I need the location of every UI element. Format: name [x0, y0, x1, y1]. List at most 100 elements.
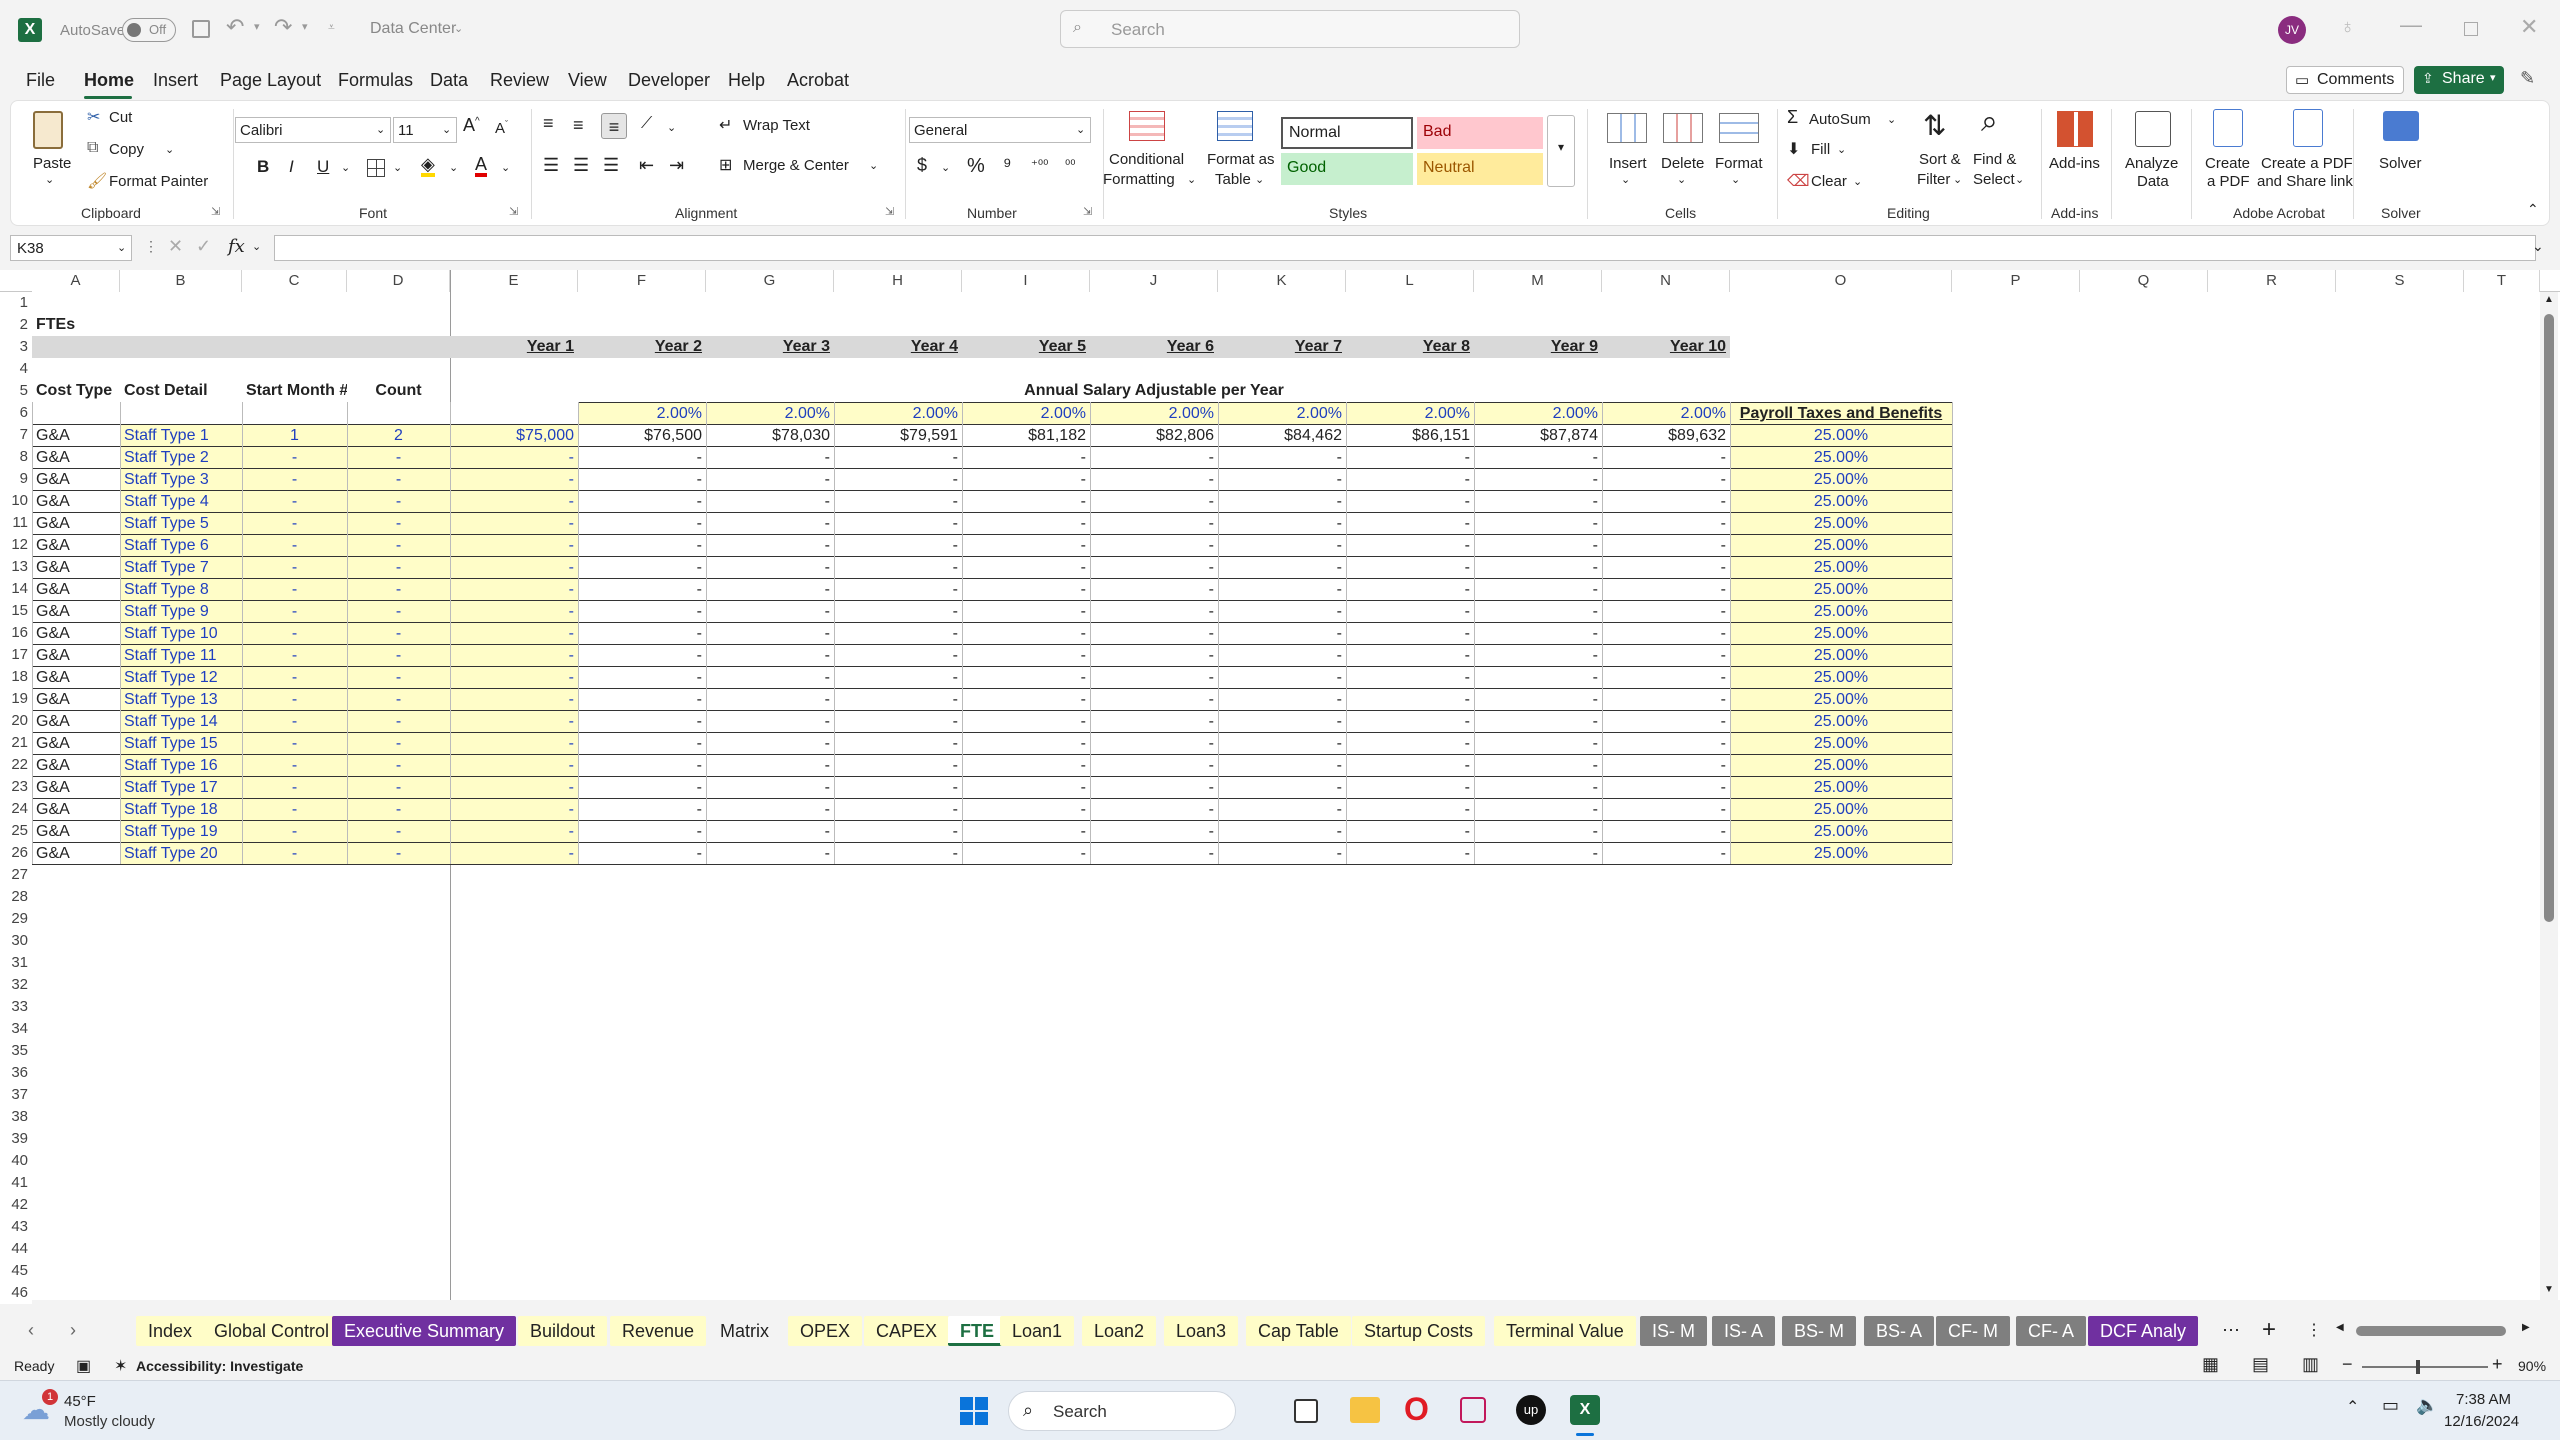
- salary-cell[interactable]: -: [706, 600, 834, 622]
- sheet-tab[interactable]: Terminal Value: [1494, 1316, 1636, 1346]
- collapse-ribbon-icon[interactable]: ⌃: [2527, 201, 2539, 218]
- salary-cell[interactable]: -: [1602, 512, 1730, 534]
- count-cell[interactable]: -: [347, 798, 450, 820]
- salary-growth-rate[interactable]: 2.00%: [834, 402, 962, 424]
- more-icon[interactable]: ⋮: [144, 238, 158, 255]
- header-cost-type[interactable]: Cost Type: [32, 380, 120, 402]
- salary-cell[interactable]: -: [578, 446, 706, 468]
- year-header[interactable]: Year 4: [834, 336, 962, 358]
- format-as-table-label-2[interactable]: Table: [1215, 171, 1251, 188]
- salary-cell[interactable]: $89,632: [1602, 424, 1730, 446]
- salary-cell[interactable]: -: [450, 688, 578, 710]
- salary-cell[interactable]: -: [962, 820, 1090, 842]
- salary-cell[interactable]: -: [1218, 534, 1346, 556]
- zoom-in-icon[interactable]: +: [2492, 1354, 2503, 1375]
- salary-cell[interactable]: -: [1346, 534, 1474, 556]
- snipping-tool-icon[interactable]: [1460, 1397, 1486, 1423]
- ribbon-display-icon[interactable]: ✎: [2520, 68, 2535, 89]
- payroll-cell[interactable]: 25.00%: [1730, 490, 1952, 512]
- count-cell[interactable]: -: [347, 534, 450, 556]
- excel-taskbar-icon[interactable]: X: [1570, 1395, 1600, 1425]
- sheet-tab[interactable]: IS- M: [1640, 1316, 1707, 1346]
- salary-cell[interactable]: -: [1474, 622, 1602, 644]
- count-cell[interactable]: -: [347, 754, 450, 776]
- sheet-tab[interactable]: Revenue: [610, 1316, 707, 1346]
- salary-cell[interactable]: -: [834, 578, 962, 600]
- sort-dropdown-icon[interactable]: ⌄: [1953, 173, 1962, 186]
- cost-type-cell[interactable]: G&A: [32, 600, 120, 622]
- zoom-level[interactable]: 90%: [2518, 1358, 2546, 1374]
- salary-cell[interactable]: -: [578, 534, 706, 556]
- salary-cell[interactable]: -: [962, 732, 1090, 754]
- salary-cell[interactable]: -: [962, 842, 1090, 864]
- normal-view-icon[interactable]: ▦: [2202, 1354, 2219, 1375]
- add-ins-button[interactable]: Add-ins: [2049, 155, 2100, 172]
- salary-cell[interactable]: -: [578, 710, 706, 732]
- decrease-font-icon[interactable]: Aˇ: [495, 119, 508, 137]
- paste-button[interactable]: Paste: [33, 155, 71, 172]
- cost-detail-cell[interactable]: Staff Type 3: [120, 468, 242, 490]
- salary-cell[interactable]: $79,591: [834, 424, 962, 446]
- underline-dropdown-icon[interactable]: ⌄: [341, 161, 350, 174]
- salary-cell[interactable]: -: [1090, 666, 1218, 688]
- start-month-cell[interactable]: -: [242, 578, 347, 600]
- menu-page-layout[interactable]: Page Layout: [220, 70, 321, 91]
- year-header[interactable]: Year 3: [706, 336, 834, 358]
- start-icon[interactable]: [960, 1397, 988, 1425]
- salary-cell[interactable]: -: [1474, 446, 1602, 468]
- salary-cell[interactable]: -: [1602, 578, 1730, 600]
- salary-cell[interactable]: -: [578, 556, 706, 578]
- find-select-label-2[interactable]: Select: [1973, 171, 2015, 188]
- salary-cell[interactable]: -: [1474, 688, 1602, 710]
- salary-cell[interactable]: -: [1218, 820, 1346, 842]
- salary-cell[interactable]: -: [706, 644, 834, 666]
- clear-button[interactable]: Clear: [1811, 173, 1847, 190]
- salary-cell[interactable]: -: [962, 556, 1090, 578]
- font-launcher-icon[interactable]: ⇲: [509, 205, 518, 218]
- salary-cell[interactable]: -: [1090, 556, 1218, 578]
- fx-dropdown-icon[interactable]: ⌄: [252, 240, 261, 253]
- salary-cell[interactable]: -: [578, 666, 706, 688]
- salary-cell[interactable]: -: [1218, 754, 1346, 776]
- sheet-tab[interactable]: Buildout: [518, 1316, 608, 1346]
- payroll-cell[interactable]: 25.00%: [1730, 556, 1952, 578]
- salary-cell[interactable]: -: [962, 644, 1090, 666]
- salary-cell[interactable]: -: [1090, 622, 1218, 644]
- fill-button[interactable]: Fill: [1811, 141, 1830, 158]
- salary-cell[interactable]: -: [578, 798, 706, 820]
- salary-cell[interactable]: -: [1090, 688, 1218, 710]
- salary-cell[interactable]: -: [1090, 710, 1218, 732]
- salary-cell[interactable]: -: [706, 534, 834, 556]
- salary-cell[interactable]: -: [834, 556, 962, 578]
- salary-cell[interactable]: -: [1474, 842, 1602, 864]
- salary-cell[interactable]: -: [450, 490, 578, 512]
- year-header[interactable]: Year 1: [450, 336, 578, 358]
- salary-cell[interactable]: -: [834, 644, 962, 666]
- salary-cell[interactable]: -: [706, 798, 834, 820]
- cost-type-cell[interactable]: G&A: [32, 666, 120, 688]
- salary-cell[interactable]: -: [1346, 600, 1474, 622]
- payroll-cell[interactable]: 25.00%: [1730, 842, 1952, 864]
- salary-cell[interactable]: -: [1090, 644, 1218, 666]
- salary-cell[interactable]: -: [450, 446, 578, 468]
- cost-type-cell[interactable]: G&A: [32, 798, 120, 820]
- menu-acrobat[interactable]: Acrobat: [787, 70, 849, 91]
- task-view-icon[interactable]: [1294, 1399, 1318, 1423]
- salary-cell[interactable]: -: [834, 820, 962, 842]
- font-color-icon[interactable]: A: [475, 155, 488, 177]
- salary-cell[interactable]: -: [578, 578, 706, 600]
- salary-cell[interactable]: -: [706, 468, 834, 490]
- share-pdf-label-2[interactable]: and Share link: [2257, 173, 2353, 190]
- next-sheet-icon[interactable]: ›: [70, 1320, 76, 1341]
- year-header[interactable]: Year 2: [578, 336, 706, 358]
- format-dropdown-icon[interactable]: ⌄: [1731, 173, 1740, 186]
- payroll-cell[interactable]: 25.00%: [1730, 688, 1952, 710]
- count-cell[interactable]: 2: [347, 424, 450, 446]
- insert-cells-button[interactable]: Insert: [1609, 155, 1647, 172]
- salary-cell[interactable]: -: [1346, 710, 1474, 732]
- cost-type-cell[interactable]: G&A: [32, 710, 120, 732]
- salary-cell[interactable]: -: [834, 446, 962, 468]
- autosum-dropdown-icon[interactable]: ⌄: [1887, 113, 1896, 126]
- menu-help[interactable]: Help: [728, 70, 765, 91]
- salary-cell[interactable]: -: [1474, 732, 1602, 754]
